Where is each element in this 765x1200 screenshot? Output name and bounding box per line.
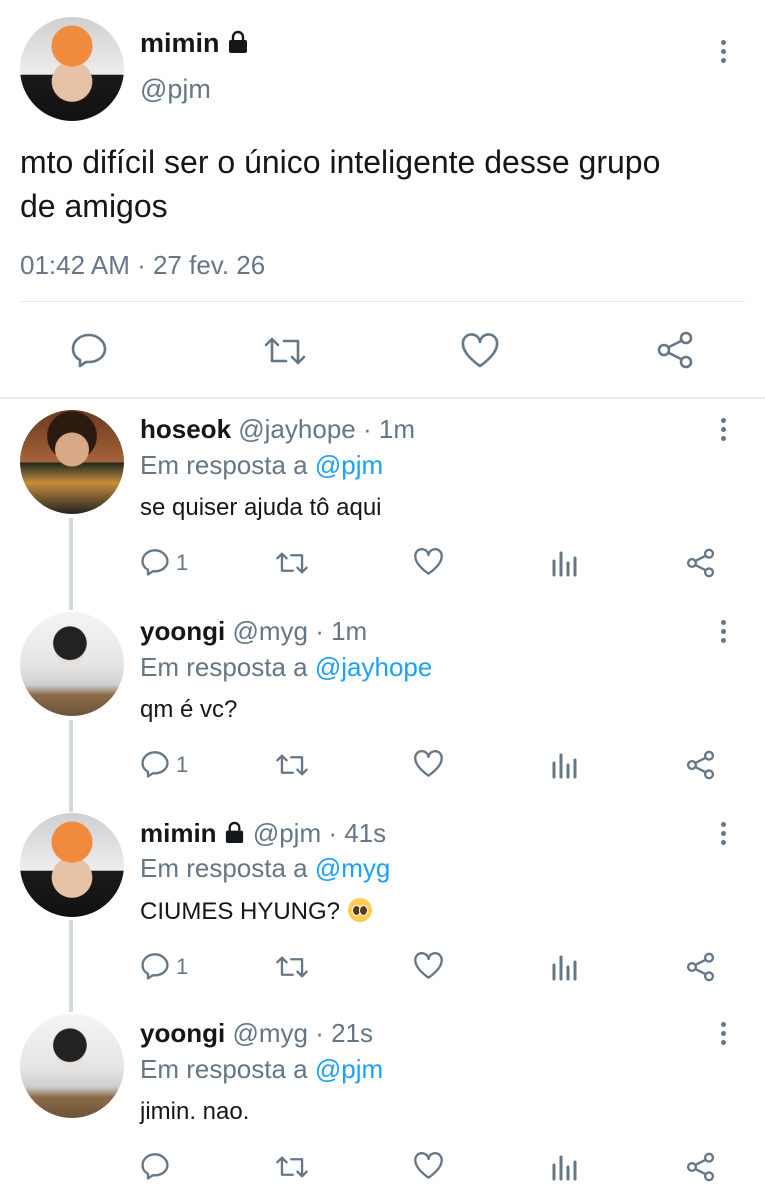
reply-header: yoongi @myg · 21s bbox=[140, 1018, 374, 1048]
reply-text: CIUMES HYUNG? bbox=[140, 898, 373, 926]
like-icon[interactable] bbox=[413, 1152, 444, 1180]
thread-line bbox=[69, 720, 73, 812]
reply-avatar[interactable] bbox=[20, 813, 124, 917]
more-options-icon[interactable] bbox=[719, 822, 727, 849]
reply-context: Em resposta a @pjm bbox=[140, 1054, 384, 1084]
reply-avatar[interactable] bbox=[20, 1014, 124, 1118]
reply-context: Em resposta a @jayhope bbox=[140, 652, 433, 682]
retweet-icon[interactable] bbox=[263, 335, 307, 367]
lock-icon bbox=[223, 820, 246, 851]
reply-text: jimin. nao. bbox=[140, 1098, 250, 1125]
retweet-icon[interactable] bbox=[275, 1154, 309, 1180]
share-icon[interactable] bbox=[685, 750, 716, 780]
thread-line bbox=[69, 518, 73, 610]
analytics-icon[interactable] bbox=[551, 1153, 577, 1181]
reply-context: Em resposta a @pjm bbox=[140, 450, 384, 480]
reply-text: se quiser ajuda tô aqui bbox=[140, 494, 382, 521]
retweet-icon[interactable] bbox=[275, 752, 309, 778]
reply-count: 1 bbox=[176, 954, 189, 979]
main-tweet-handle[interactable]: @pjm bbox=[140, 74, 211, 105]
like-icon[interactable] bbox=[413, 548, 444, 576]
thread-line bbox=[69, 920, 73, 1012]
main-tweet-text: mto difícil ser o único inteligente dess… bbox=[20, 144, 661, 224]
lock-icon bbox=[226, 30, 250, 61]
reply-text: qm é vc? bbox=[140, 696, 238, 723]
retweet-icon[interactable] bbox=[275, 954, 309, 980]
share-icon[interactable] bbox=[655, 331, 695, 369]
reply-avatar[interactable] bbox=[20, 612, 124, 716]
reply-count: 1 bbox=[176, 752, 189, 777]
analytics-icon[interactable] bbox=[551, 953, 577, 981]
divider bbox=[20, 301, 745, 302]
main-tweet-timestamp: 01:42 AM · 27 fev. 26 bbox=[20, 250, 266, 280]
like-icon[interactable] bbox=[460, 333, 500, 369]
reply-header: yoongi @myg · 1m bbox=[140, 616, 368, 646]
display-name: mimin bbox=[140, 28, 220, 58]
share-icon[interactable] bbox=[685, 548, 716, 578]
more-options-icon[interactable] bbox=[719, 620, 727, 647]
reply-avatar[interactable] bbox=[20, 410, 124, 514]
reply-icon[interactable] bbox=[140, 952, 170, 980]
analytics-icon[interactable] bbox=[551, 751, 577, 779]
reply-count: 1 bbox=[176, 550, 189, 575]
reply-icon[interactable] bbox=[140, 1152, 170, 1180]
more-options-icon[interactable] bbox=[719, 40, 727, 67]
more-options-icon[interactable] bbox=[719, 1022, 727, 1049]
main-tweet-author[interactable]: mimin bbox=[140, 28, 250, 61]
reply-icon[interactable] bbox=[140, 548, 170, 576]
more-options-icon[interactable] bbox=[719, 418, 727, 445]
reply-icon[interactable] bbox=[140, 750, 170, 778]
share-icon[interactable] bbox=[685, 1152, 716, 1182]
like-icon[interactable] bbox=[413, 750, 444, 778]
reply-context: Em resposta a @myg bbox=[140, 853, 391, 883]
reply-icon[interactable] bbox=[70, 332, 108, 368]
analytics-icon[interactable] bbox=[551, 549, 577, 577]
main-tweet-avatar[interactable] bbox=[20, 17, 124, 121]
like-icon[interactable] bbox=[413, 952, 444, 980]
pleading-face-emoji bbox=[348, 898, 373, 922]
share-icon[interactable] bbox=[685, 952, 716, 982]
retweet-icon[interactable] bbox=[275, 550, 309, 576]
reply-header: mimin @pjm · 41s bbox=[140, 818, 386, 851]
section-divider bbox=[0, 397, 765, 399]
reply-header: hoseok @jayhope · 1m bbox=[140, 414, 415, 444]
